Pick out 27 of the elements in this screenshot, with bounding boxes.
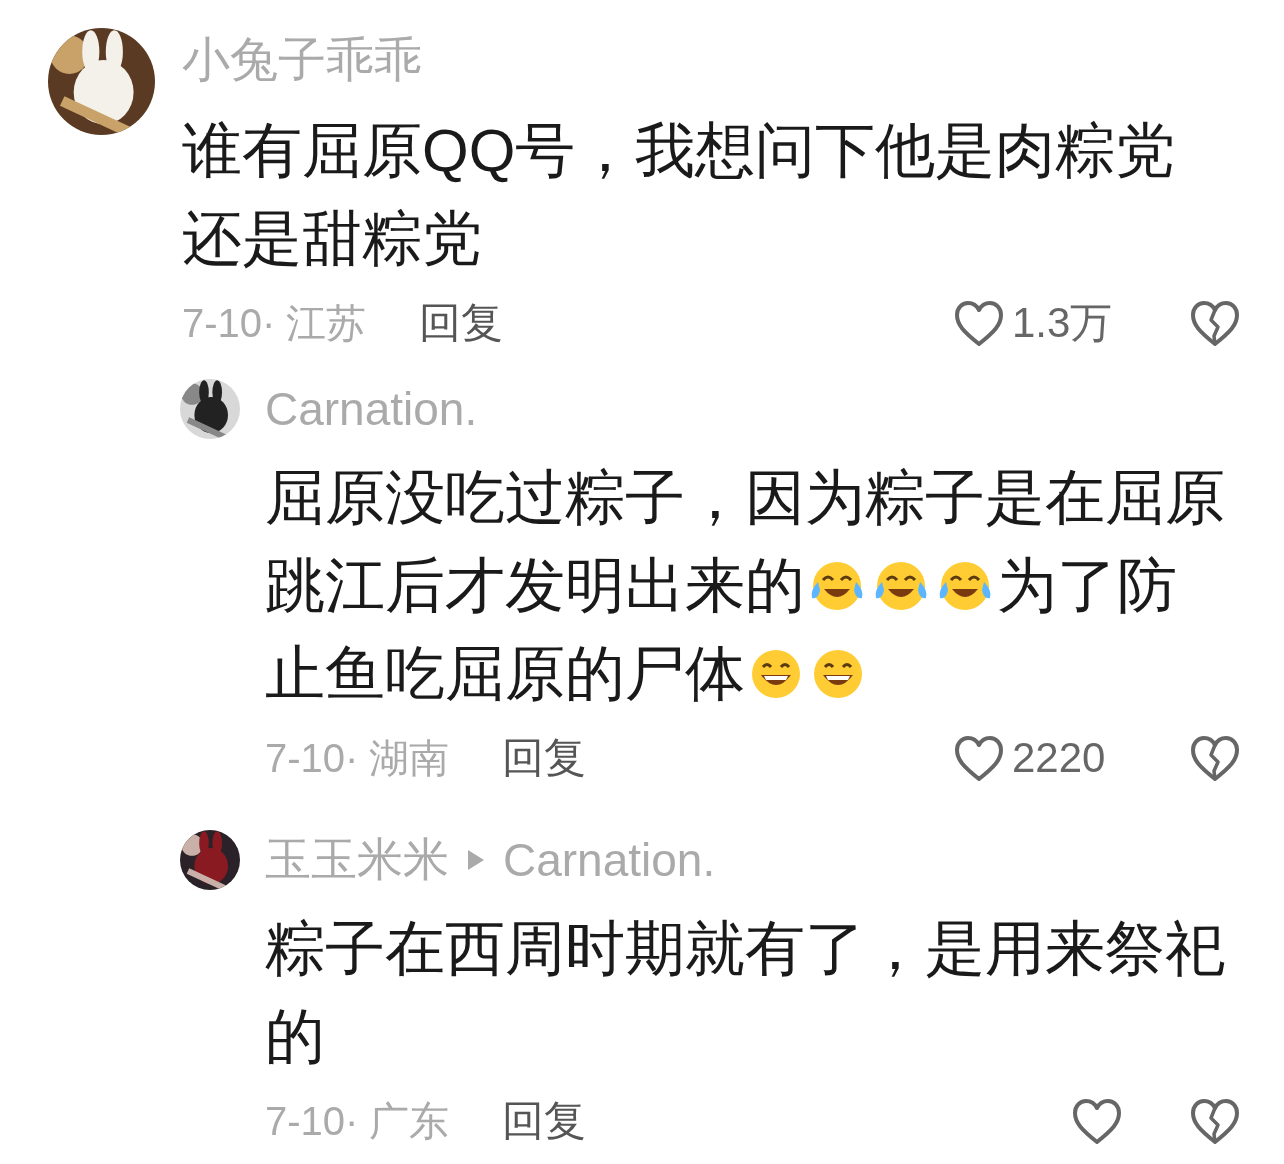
reply-link[interactable]: 回复 xyxy=(501,1093,586,1149)
username[interactable]: Carnation. xyxy=(503,833,716,887)
comment-text: 粽子在西周时期就有了，是用来祭祀 xyxy=(265,913,1225,984)
comment-text: 还是甜粽党 xyxy=(182,203,482,274)
heart-icon[interactable] xyxy=(954,299,1004,347)
comment-text: 谁有屈原QQ号，我想问下他是肉粽党 xyxy=(182,115,1176,186)
like-count: 1.3万 xyxy=(1012,298,1114,348)
triangle-icon xyxy=(467,849,485,871)
comment-text: 屈原没吃过粽子，因为粽子是在屈原 xyxy=(265,462,1225,533)
date-location: 7-10· 广东 xyxy=(265,1097,450,1145)
comment-text: 为了防 xyxy=(997,550,1177,621)
username[interactable]: Carnation. xyxy=(265,382,478,436)
date-location: 7-10· 湖南 xyxy=(265,734,450,782)
like-count: 2220 xyxy=(1012,734,1107,782)
date-location: 7-10· 江苏 xyxy=(182,299,367,347)
username[interactable]: 小兔子乖乖 xyxy=(182,28,422,92)
broken-heart-icon[interactable] xyxy=(1190,734,1240,782)
comment-text: 跳江后才发明出来的 xyxy=(265,550,805,621)
comment-text: 止鱼吃屈原的尸体 xyxy=(265,638,745,709)
heart-icon[interactable] xyxy=(954,734,1004,782)
username[interactable]: 玉玉米米 xyxy=(265,829,449,891)
comment-text: 的 xyxy=(265,1001,325,1072)
reply-link[interactable]: 回复 xyxy=(418,295,503,351)
broken-heart-icon[interactable] xyxy=(1190,1097,1240,1145)
reply-link[interactable]: 回复 xyxy=(501,730,586,786)
heart-icon[interactable] xyxy=(1072,1097,1122,1145)
broken-heart-icon[interactable] xyxy=(1190,299,1240,347)
